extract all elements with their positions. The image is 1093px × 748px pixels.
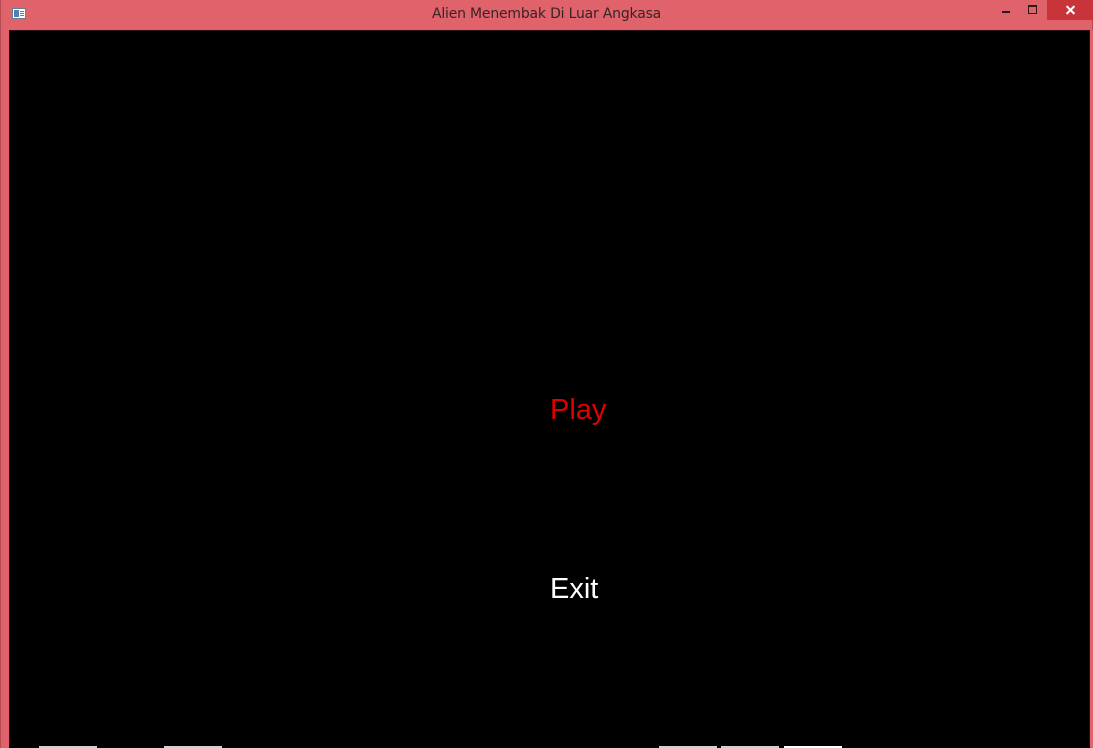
window-title: Alien Menembak Di Luar Angkasa <box>431 6 662 22</box>
play-menu-item[interactable]: Play <box>550 394 606 427</box>
exit-menu-item[interactable]: Exit <box>550 573 598 606</box>
title-bar[interactable]: Alien Menembak Di Luar Angkasa <box>1 0 1093 30</box>
game-window: Alien Menembak Di Luar Angkasa Play Exit <box>0 0 1093 748</box>
maximize-button[interactable] <box>1019 0 1046 20</box>
minimize-button[interactable] <box>992 0 1019 20</box>
close-button[interactable] <box>1047 0 1093 20</box>
game-canvas[interactable]: Play Exit <box>9 30 1090 746</box>
